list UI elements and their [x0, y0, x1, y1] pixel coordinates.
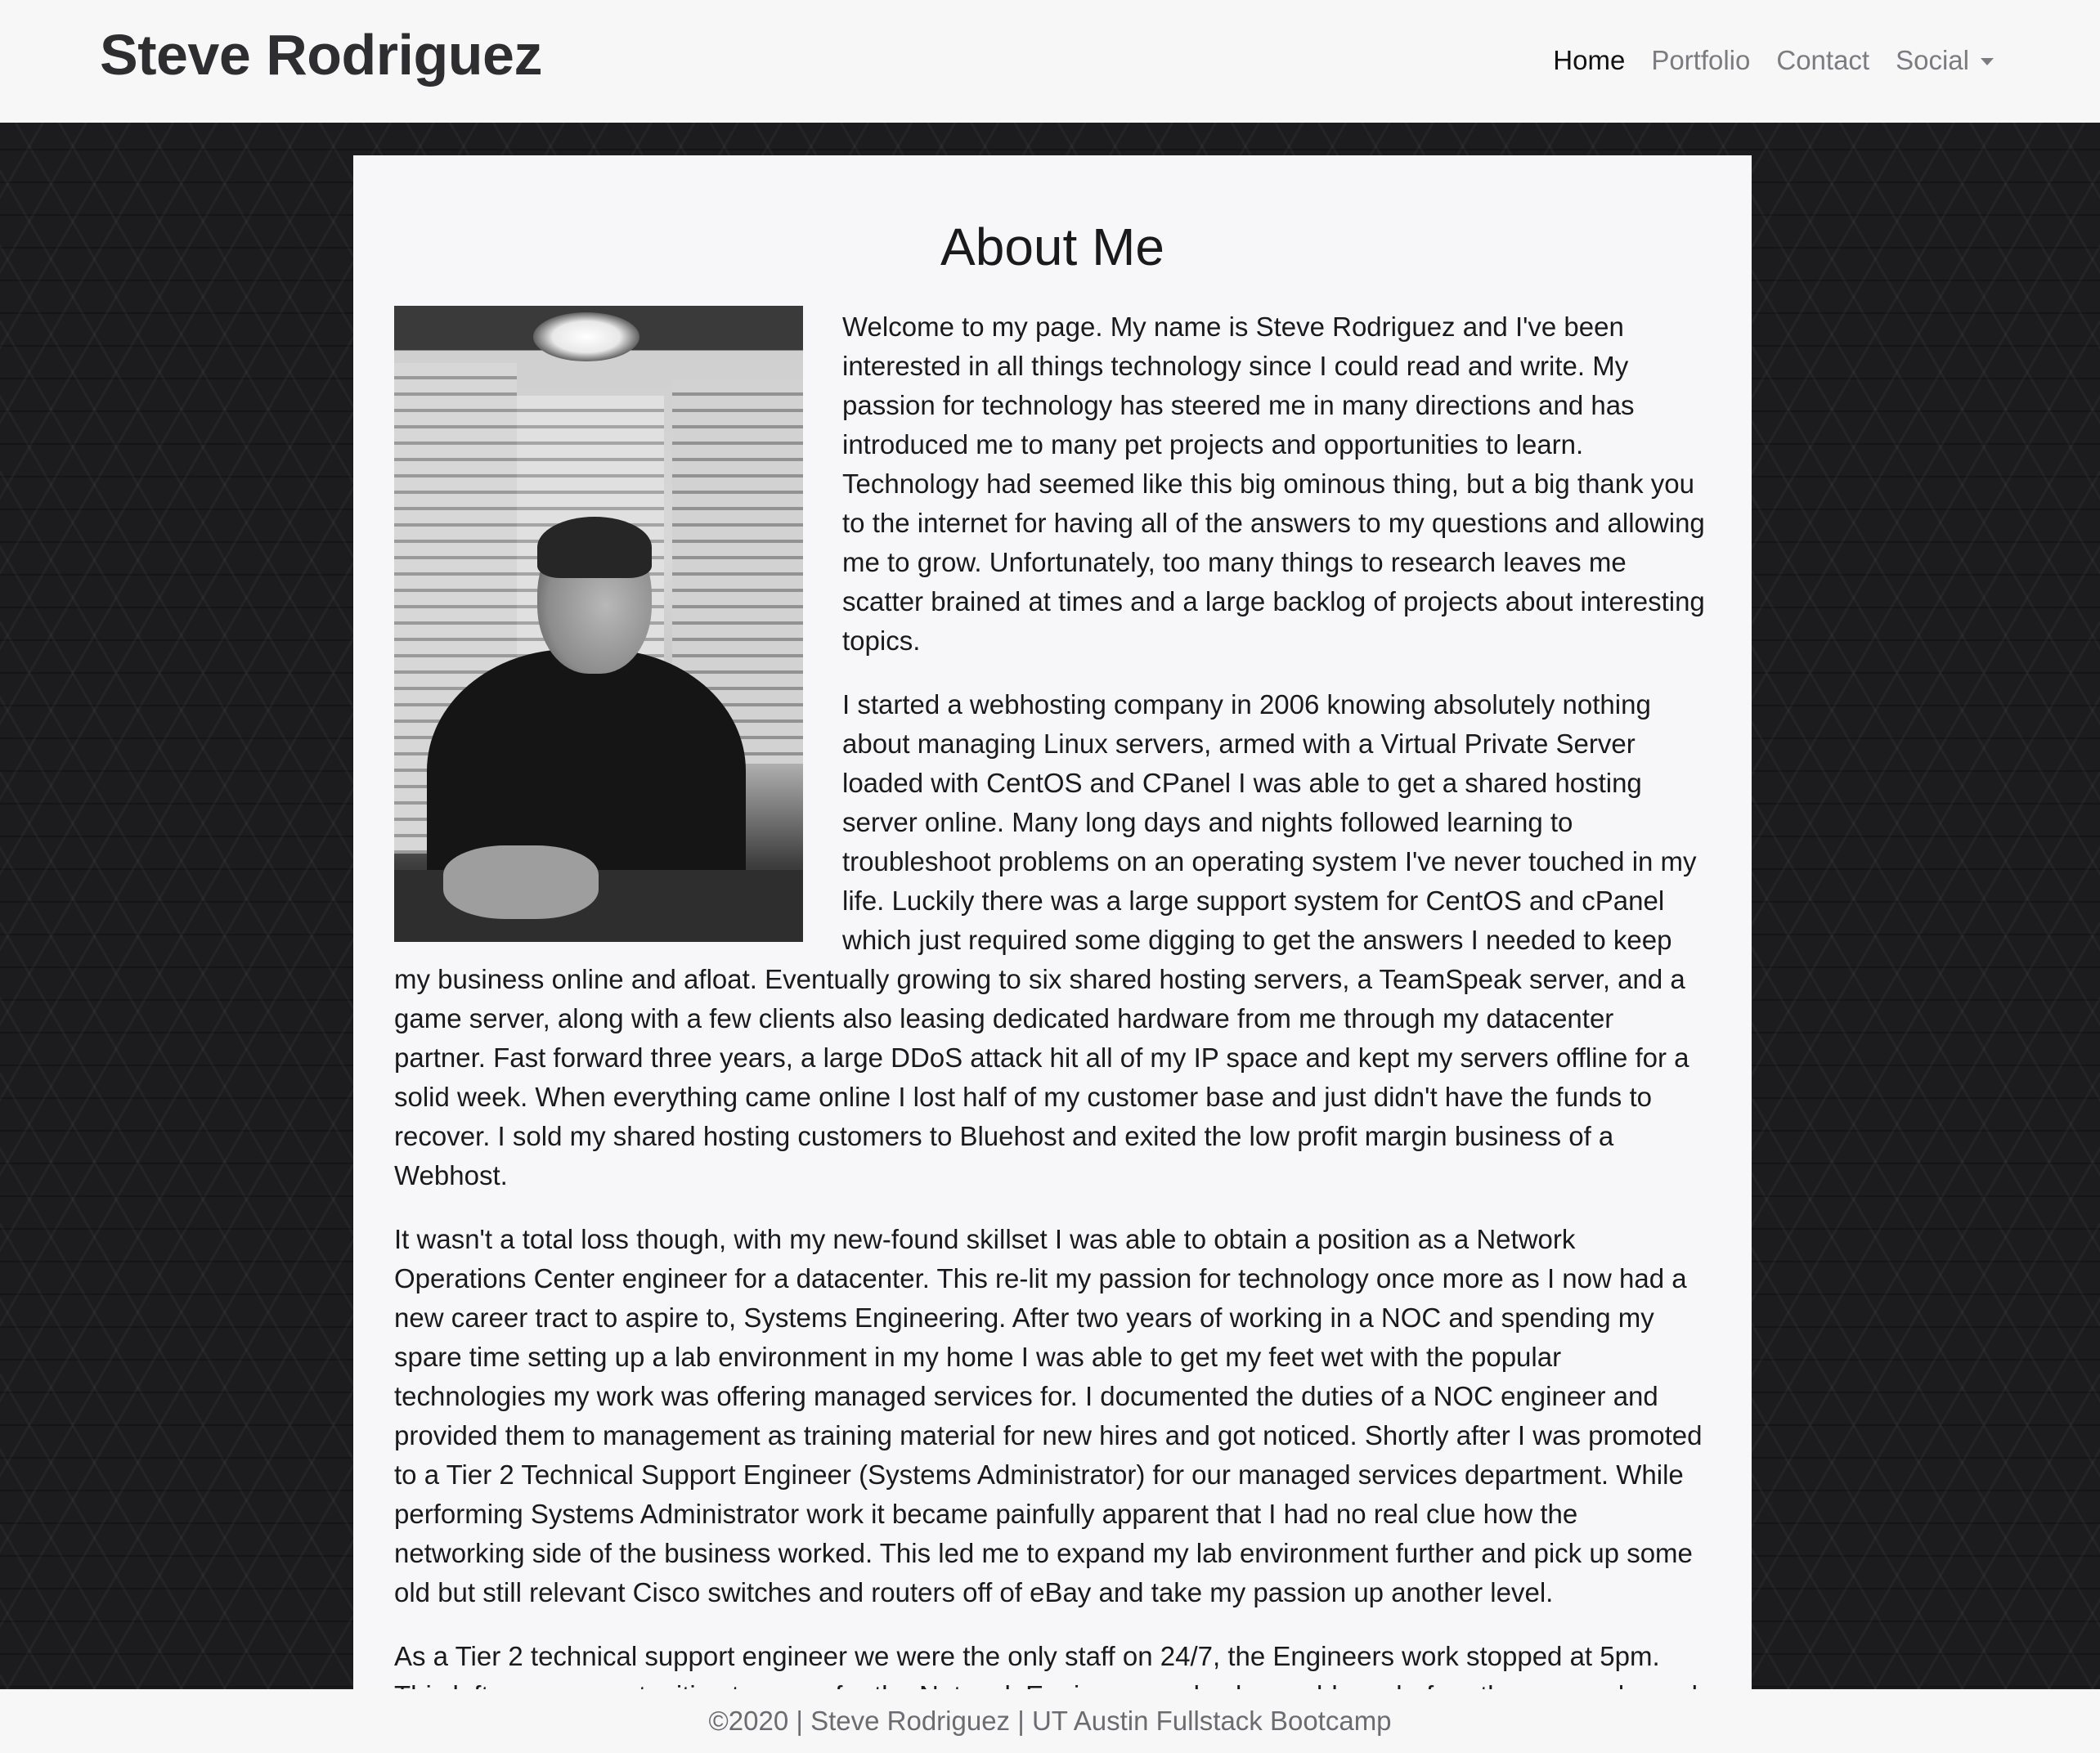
about-card: About Me Welcome to my page. My name is … — [353, 155, 1752, 1709]
nav-dropdown-social[interactable]: Social — [1896, 45, 1994, 76]
navbar: Steve Rodriguez Home Portfolio Contact S… — [0, 0, 2100, 123]
page-title: About Me — [940, 217, 1164, 276]
brand-link[interactable]: Steve Rodriguez — [100, 18, 542, 92]
about-paragraph-3: It wasn't a total loss though, with my n… — [394, 1224, 1703, 1607]
footer: ©2020 | Steve Rodriguez | UT Austin Full… — [0, 1689, 2100, 1753]
nav-link-portfolio[interactable]: Portfolio — [1651, 45, 1750, 76]
nav-link-social-label: Social — [1896, 45, 1969, 75]
nav-links: Home Portfolio Contact Social — [1527, 38, 1994, 83]
profile-photo — [394, 306, 803, 942]
nav-link-home[interactable]: Home — [1553, 45, 1625, 76]
nav-link-contact[interactable]: Contact — [1776, 45, 1869, 76]
footer-text: ©2020 | Steve Rodriguez | UT Austin Full… — [708, 1706, 1392, 1736]
chevron-down-icon — [1981, 57, 1994, 65]
